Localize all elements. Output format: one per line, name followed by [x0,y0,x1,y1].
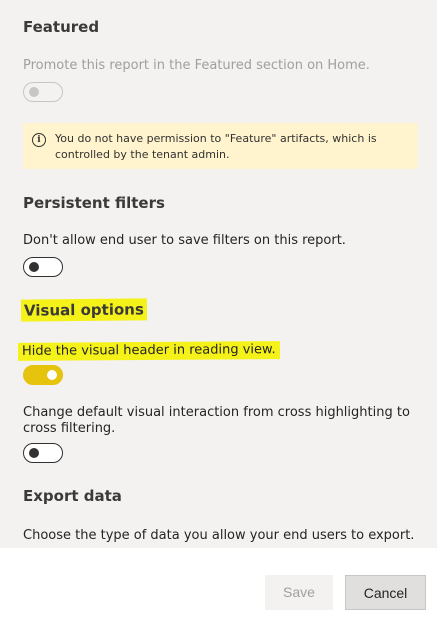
hide-visual-header-description: Hide the visual header in reading view. [17,341,280,361]
permission-info-bar: i You do not have permission to "Feature… [23,123,418,169]
visual-options-heading: Visual options [20,298,147,322]
cancel-button[interactable]: Cancel [345,575,426,610]
toggle-knob [29,448,39,458]
featured-toggle[interactable] [23,82,63,102]
permission-info-message: You do not have permission to "Feature" … [55,132,377,161]
toggle-knob [29,262,39,272]
hide-visual-header-toggle[interactable] [23,365,63,385]
toggle-knob [29,87,39,97]
export-data-description: Choose the type of data you allow your e… [23,528,415,543]
persistent-filters-heading: Persistent filters [23,194,165,212]
info-icon: i [32,133,46,147]
export-data-heading: Export data [23,487,122,505]
persistent-filters-description: Don't allow end user to save filters on … [23,233,346,248]
persistent-filters-toggle[interactable] [23,257,63,277]
featured-heading: Featured [23,18,100,36]
featured-description: Promote this report in the Featured sect… [23,58,370,73]
save-button[interactable]: Save [265,575,333,610]
settings-panel: Featured Promote this report in the Feat… [0,0,437,548]
cross-filter-toggle[interactable] [23,443,63,463]
toggle-knob [47,370,57,380]
cross-filter-description: Change default visual interaction from c… [23,405,410,436]
